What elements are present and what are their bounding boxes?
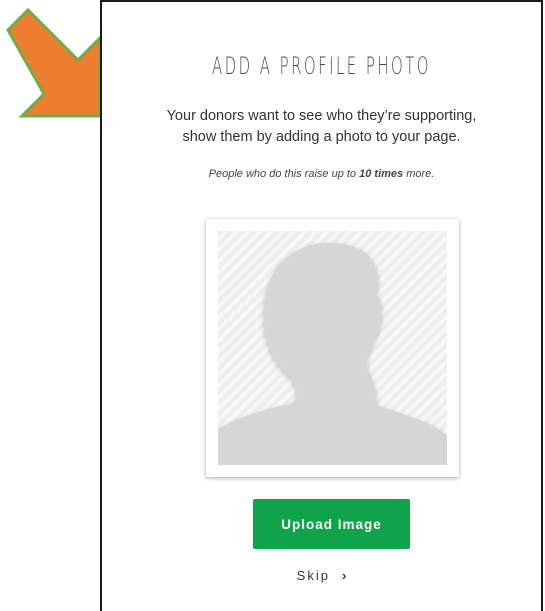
modal-title: ADD A PROFILE PHOTO bbox=[212, 52, 431, 80]
add-photo-modal: ADD A PROFILE PHOTO Your donors want to … bbox=[100, 0, 543, 611]
chevron-right-icon: › bbox=[341, 568, 347, 583]
skip-label: Skip bbox=[296, 568, 330, 583]
screenshot-stage: ADD A PROFILE PHOTO Your donors want to … bbox=[0, 0, 545, 611]
person-silhouette-icon bbox=[218, 242, 447, 465]
stat-emphasis: 10 times bbox=[359, 168, 404, 180]
subtitle-line-1: Your donors want to see who they’re supp… bbox=[166, 108, 477, 124]
subtitle-line-2: show them by adding a photo to your page… bbox=[182, 129, 461, 145]
skip-link[interactable]: Skip › bbox=[102, 568, 541, 583]
stat-suffix: more. bbox=[403, 168, 435, 180]
stat-prefix: People who do this raise up to bbox=[208, 168, 360, 180]
stat-note: People who do this raise up to 10 times … bbox=[102, 168, 541, 180]
photo-placeholder bbox=[218, 231, 447, 465]
upload-image-button[interactable]: Upload Image bbox=[253, 499, 410, 549]
profile-photo-card[interactable] bbox=[206, 219, 459, 477]
modal-subtitle: Your donors want to see who they’re supp… bbox=[122, 106, 521, 148]
